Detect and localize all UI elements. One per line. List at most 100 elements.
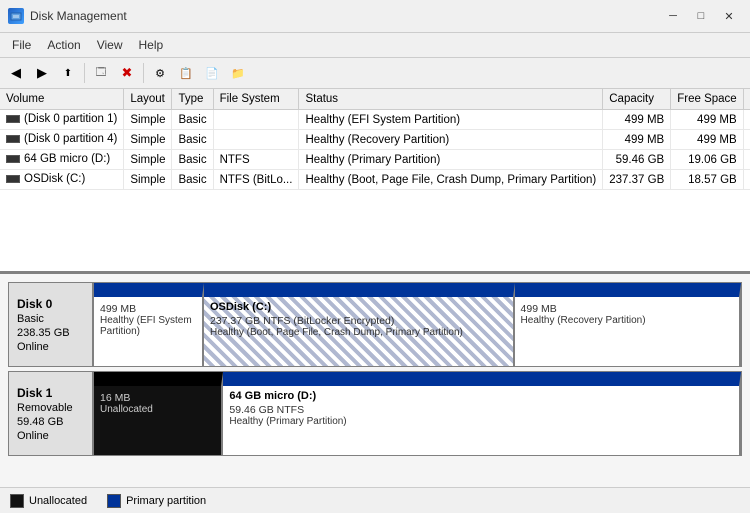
cell-type: Basic bbox=[172, 150, 213, 170]
disk-type-1: Removable bbox=[17, 402, 84, 414]
back-button[interactable]: ◀ bbox=[4, 61, 28, 85]
paste-button[interactable]: 📄 bbox=[200, 61, 224, 85]
cell-capacity: 499 MB bbox=[603, 110, 671, 130]
menu-action[interactable]: Action bbox=[39, 35, 88, 55]
menu-view[interactable]: View bbox=[89, 35, 131, 55]
cell-layout: Simple bbox=[124, 150, 172, 170]
close-button[interactable]: ✕ bbox=[716, 6, 742, 26]
col-layout: Layout bbox=[124, 89, 172, 110]
cell-status: Healthy (Boot, Page File, Crash Dump, Pr… bbox=[299, 170, 603, 190]
up-button[interactable]: ⬆ bbox=[56, 61, 80, 85]
cell-type: Basic bbox=[172, 170, 213, 190]
table-row[interactable]: (Disk 0 partition 4) Simple Basic Health… bbox=[0, 130, 750, 150]
disk-status-0: Online bbox=[17, 341, 84, 353]
disk-status-1: Online bbox=[17, 430, 84, 442]
cell-volume: 64 GB micro (D:) bbox=[0, 150, 124, 170]
delete-button[interactable]: ✖ bbox=[115, 61, 139, 85]
folder-button[interactable]: 📁 bbox=[226, 61, 250, 85]
cell-capacity: 499 MB bbox=[603, 130, 671, 150]
main-area: Volume Layout Type File System Status Ca… bbox=[0, 89, 750, 513]
partition-name-0-1: OSDisk (C:) bbox=[210, 301, 507, 313]
app-icon bbox=[8, 8, 24, 24]
row-disk-icon bbox=[6, 115, 20, 123]
col-pct: % Free bbox=[743, 89, 750, 110]
cell-free: 499 MB bbox=[671, 110, 743, 130]
disk-row-0: Disk 0 Basic 238.35 GB Online 499 MBHeal… bbox=[8, 282, 742, 367]
window-controls: ─ □ ✕ bbox=[660, 6, 742, 26]
cell-pct: 32 % bbox=[743, 150, 750, 170]
cell-fs: NTFS (BitLo... bbox=[213, 170, 299, 190]
partition-status-0-2: Healthy (Recovery Partition) bbox=[521, 315, 733, 326]
disk-name-1: Disk 1 bbox=[17, 386, 84, 400]
disk-label-0: Disk 0 Basic 238.35 GB Online bbox=[9, 283, 94, 366]
menu-file[interactable]: File bbox=[4, 35, 39, 55]
cell-fs bbox=[213, 130, 299, 150]
forward-button[interactable]: ▶ bbox=[30, 61, 54, 85]
table-row[interactable]: OSDisk (C:) Simple Basic NTFS (BitLo... … bbox=[0, 170, 750, 190]
col-type: Type bbox=[172, 89, 213, 110]
row-disk-icon bbox=[6, 175, 20, 183]
cell-volume: (Disk 0 partition 4) bbox=[0, 130, 124, 150]
partition-status-0-1: Healthy (Boot, Page File, Crash Dump, Pr… bbox=[210, 327, 507, 338]
disk-partitions-0: 499 MBHealthy (EFI System Partition)OSDi… bbox=[94, 283, 741, 366]
partition-size-1-1: 59.46 GB NTFS bbox=[229, 404, 733, 416]
legend-primary-box bbox=[107, 494, 121, 508]
cell-capacity: 59.46 GB bbox=[603, 150, 671, 170]
partition-size-0-1: 237.37 GB NTFS (BitLocker Encrypted) bbox=[210, 315, 507, 327]
disk-label-1: Disk 1 Removable 59.48 GB Online bbox=[9, 372, 94, 455]
col-status: Status bbox=[299, 89, 603, 110]
partition-name-1-1: 64 GB micro (D:) bbox=[229, 390, 733, 402]
show-button[interactable]: 🗔 bbox=[89, 61, 113, 85]
cell-layout: Simple bbox=[124, 170, 172, 190]
cell-pct: 8 % bbox=[743, 170, 750, 190]
disk-name-0: Disk 0 bbox=[17, 297, 84, 311]
table-row[interactable]: 64 GB micro (D:) Simple Basic NTFS Healt… bbox=[0, 150, 750, 170]
partition-status-1-1: Healthy (Primary Partition) bbox=[229, 416, 733, 427]
cell-pct: 100 % bbox=[743, 130, 750, 150]
cell-free: 19.06 GB bbox=[671, 150, 743, 170]
col-fs: File System bbox=[213, 89, 299, 110]
separator-2 bbox=[143, 63, 144, 83]
maximize-button[interactable]: □ bbox=[688, 6, 714, 26]
disk-view-area: Disk 0 Basic 238.35 GB Online 499 MBHeal… bbox=[0, 274, 750, 487]
partition-0-1[interactable]: OSDisk (C:) 237.37 GB NTFS (BitLocker Enc… bbox=[204, 283, 515, 366]
cell-status: Healthy (Recovery Partition) bbox=[299, 130, 603, 150]
partition-1-1[interactable]: 64 GB micro (D:) 59.46 GB NTFSHealthy (Pr… bbox=[223, 372, 741, 455]
legend-primary-label: Primary partition bbox=[126, 495, 206, 507]
disk-size-0: 238.35 GB bbox=[17, 327, 84, 339]
title-bar: Disk Management ─ □ ✕ bbox=[0, 0, 750, 33]
legend-unallocated: Unallocated bbox=[10, 494, 87, 508]
disk-partitions-1: 16 MBUnallocated 64 GB micro (D:) 59.46 GB… bbox=[94, 372, 741, 455]
legend-unallocated-label: Unallocated bbox=[29, 495, 87, 507]
cell-fs: NTFS bbox=[213, 150, 299, 170]
legend-primary: Primary partition bbox=[107, 494, 206, 508]
disk-size-1: 59.48 GB bbox=[17, 416, 84, 428]
menu-help[interactable]: Help bbox=[131, 35, 172, 55]
cell-volume: OSDisk (C:) bbox=[0, 170, 124, 190]
partition-1-0[interactable]: 16 MBUnallocated bbox=[94, 372, 223, 455]
cell-free: 18.57 GB bbox=[671, 170, 743, 190]
cell-type: Basic bbox=[172, 110, 213, 130]
cell-capacity: 237.37 GB bbox=[603, 170, 671, 190]
row-disk-icon bbox=[6, 155, 20, 163]
table-row[interactable]: (Disk 0 partition 1) Simple Basic Health… bbox=[0, 110, 750, 130]
cell-layout: Simple bbox=[124, 110, 172, 130]
partition-size-0-0: 499 MB bbox=[100, 303, 196, 315]
legend-bar: Unallocated Primary partition bbox=[0, 487, 750, 513]
separator-1 bbox=[84, 63, 85, 83]
disk-row-1: Disk 1 Removable 59.48 GB Online 16 MBUn… bbox=[8, 371, 742, 456]
partition-status-0-0: Healthy (EFI System Partition) bbox=[100, 315, 196, 337]
cell-type: Basic bbox=[172, 130, 213, 150]
toolbar: ◀ ▶ ⬆ 🗔 ✖ ⚙ 📋 📄 📁 bbox=[0, 58, 750, 89]
partition-size-0-2: 499 MB bbox=[521, 303, 733, 315]
cell-free: 499 MB bbox=[671, 130, 743, 150]
menu-bar: File Action View Help bbox=[0, 33, 750, 58]
minimize-button[interactable]: ─ bbox=[660, 6, 686, 26]
cell-volume: (Disk 0 partition 1) bbox=[0, 110, 124, 130]
copy-button[interactable]: 📋 bbox=[174, 61, 198, 85]
partition-0-0[interactable]: 499 MBHealthy (EFI System Partition) bbox=[94, 283, 204, 366]
partition-0-2[interactable]: 499 MBHealthy (Recovery Partition) bbox=[515, 283, 741, 366]
col-capacity: Capacity bbox=[603, 89, 671, 110]
properties-button[interactable]: ⚙ bbox=[148, 61, 172, 85]
table-header-row: Volume Layout Type File System Status Ca… bbox=[0, 89, 750, 110]
